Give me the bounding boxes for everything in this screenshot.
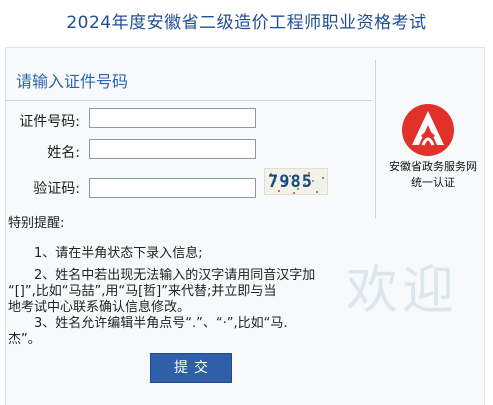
page-title: 2024年度安徽省二级造价工程师职业资格考试 [66,13,427,33]
captcha-code: 7985 [268,172,313,192]
name-input[interactable] [89,139,256,159]
note-item-2-line-1: 2、姓名中若出现无法输入的汉字请用同音汉字加 [34,268,316,283]
panel-vertical-divider [375,60,376,218]
captcha-label: 验证码: [33,181,80,197]
welcome-watermark: 欢迎 [346,261,459,321]
auth-unified-login: 统一认证 [411,176,455,189]
auth-service-name: 安徽省政务服务网 [389,160,477,173]
heading-divider [5,100,372,101]
submit-button[interactable]: 提交 [150,353,232,383]
note-item-1: 1、请在半角状态下录入信息; [34,246,203,261]
captcha-image[interactable]: 7985 [264,168,328,195]
panel-heading: 请输入证件号码 [16,72,129,91]
name-label: 姓名: [47,145,80,161]
notes-title: 特别提醒: [8,216,65,231]
note-item-2-line-3: 地考试中心联系确认信息修改。 [8,300,191,315]
id-number-input[interactable] [89,108,256,128]
note-item-2-line-2: “[]”,比如“马喆”,用“马[哲]”来代替;并立即与当 [8,284,277,299]
note-item-3-line-1: 3、姓名允许编辑半角点号“.”、“·”,比如“马. [34,316,288,331]
id-number-label: 证件号码: [19,114,80,130]
captcha-input[interactable] [89,178,256,198]
note-item-3-line-2: 杰”。 [8,332,41,347]
anhui-gov-service-logo-icon [402,104,454,156]
